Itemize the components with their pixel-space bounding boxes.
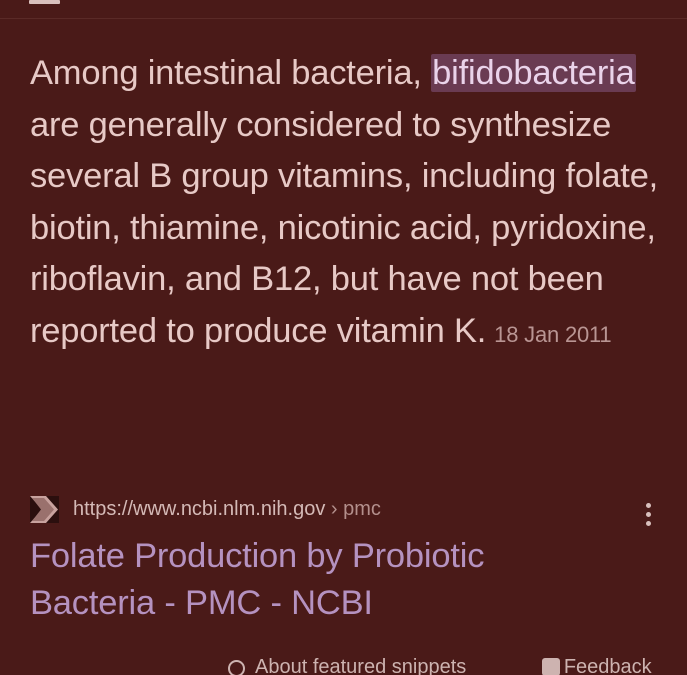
more-dot — [646, 521, 651, 526]
feedback-link[interactable]: Feedback — [541, 655, 652, 675]
featured-snippet-text: Among intestinal bacteria, bifidobacteri… — [30, 48, 660, 360]
about-featured-snippets-link[interactable]: About featured snippets — [228, 655, 466, 675]
feedback-label: Feedback — [563, 656, 652, 675]
about-featured-snippets-label: About featured snippets — [255, 656, 467, 675]
more-options-icon[interactable] — [640, 501, 658, 529]
result-title-link[interactable]: Folate Production by Probiotic Bacteria … — [30, 533, 590, 627]
result-url-domain: https://www.ncbi.nlm.nih.gov — [73, 498, 326, 520]
snippet-footer: About featured snippets Feedback — [228, 655, 652, 675]
snippet-date: 18 Jan 2011 — [494, 321, 612, 347]
snippet-highlight: bifidobacteria — [431, 54, 636, 92]
help-icon — [228, 660, 245, 675]
snippet-text-before: Among intestinal bacteria, — [30, 54, 432, 92]
ncbi-chevron-icon — [30, 496, 59, 523]
result-url: https://www.ncbi.nlm.nih.gov › pmc — [73, 496, 381, 522]
more-dot — [646, 512, 651, 517]
result-url-path: › pmc — [325, 498, 381, 520]
result-source[interactable]: https://www.ncbi.nlm.nih.gov › pmc — [30, 494, 660, 526]
snippet-text-after: are generally considered to synthesize s… — [30, 105, 659, 350]
divider — [0, 18, 687, 19]
drag-handle[interactable] — [29, 0, 60, 4]
more-dot — [646, 503, 651, 508]
